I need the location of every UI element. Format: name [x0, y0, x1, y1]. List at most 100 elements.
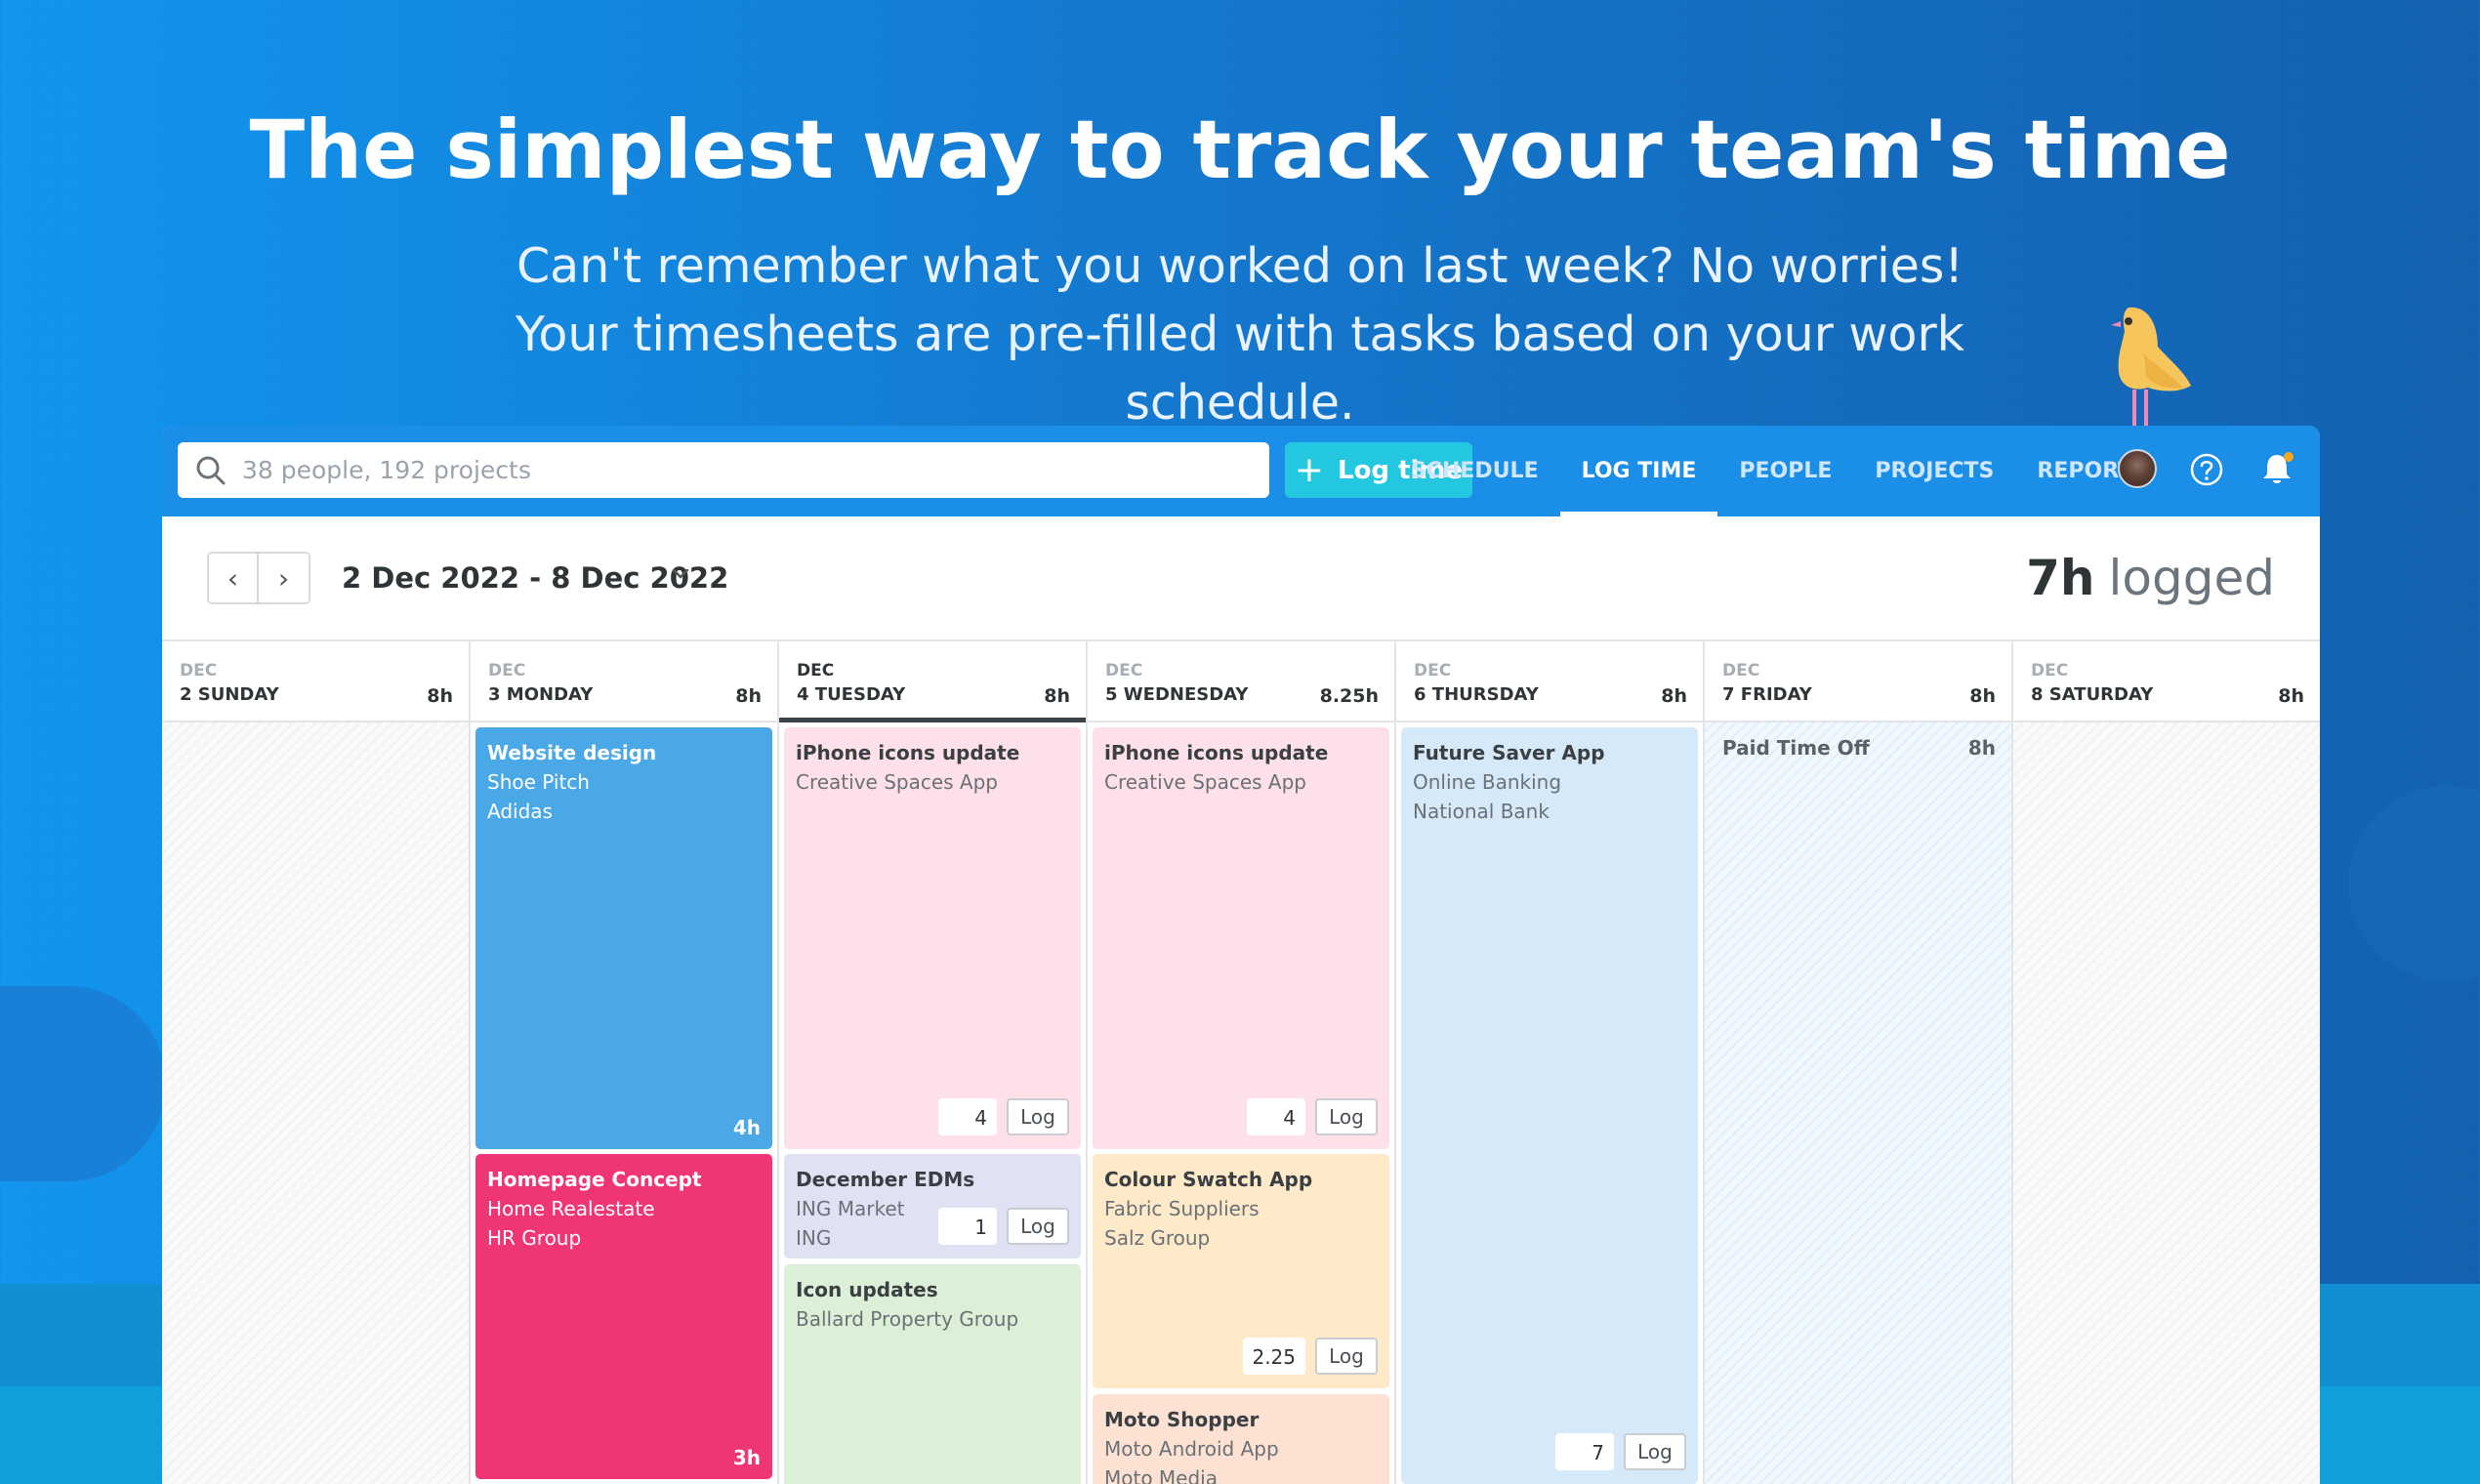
- hero-subtitle: Can't remember what you worked on last w…: [515, 238, 1965, 431]
- day-body: iPhone icons update Creative Spaces App …: [1088, 722, 1394, 1484]
- log-hours-input[interactable]: 4: [938, 1098, 997, 1135]
- task-title: iPhone icons update: [796, 741, 1020, 764]
- day-month: DEC: [1414, 661, 1452, 680]
- task-title: Moto Shopper: [1104, 1408, 1260, 1431]
- task-title: Website design: [487, 741, 657, 764]
- log-hours-input[interactable]: 2.25: [1243, 1338, 1305, 1375]
- nav-people[interactable]: PEOPLE: [1717, 426, 1853, 516]
- task-project: Creative Spaces App: [796, 770, 999, 794]
- task-title: Icon updates: [796, 1278, 938, 1301]
- log-button[interactable]: Log: [1007, 1208, 1069, 1245]
- task-card[interactable]: iPhone icons update Creative Spaces App …: [784, 727, 1081, 1149]
- day-column-friday: DEC 7 FRIDAY 8h Paid Time Off 8h: [1705, 641, 2013, 1484]
- app-window: 38 people, 192 projects + Log time SCHED…: [162, 426, 2320, 1484]
- task-card[interactable]: Colour Swatch App Fabric Suppliers Salz …: [1093, 1154, 1389, 1388]
- task-project: Fabric Suppliers: [1104, 1197, 1260, 1220]
- nav-log-time[interactable]: LOG TIME: [1559, 426, 1718, 516]
- task-project: Online Banking: [1413, 770, 1562, 794]
- task-client: HR Group: [487, 1226, 582, 1250]
- day-hours: 8h: [2278, 685, 2304, 707]
- avatar[interactable]: [2118, 449, 2157, 488]
- log-row: 4 Log: [1247, 1098, 1378, 1135]
- plus-icon: +: [1294, 449, 1324, 490]
- log-button[interactable]: Log: [1315, 1338, 1378, 1375]
- bird-illustration: [2111, 307, 2191, 430]
- task-card[interactable]: Icon updates Ballard Property Group: [784, 1264, 1081, 1484]
- log-row: 2.25 Log: [1243, 1338, 1378, 1375]
- day-month: DEC: [488, 661, 526, 680]
- day-hours: 8.25h: [1319, 685, 1379, 707]
- search-placeholder: 38 people, 192 projects: [242, 456, 531, 484]
- task-card[interactable]: Website design Shoe Pitch Adidas 4h: [475, 727, 772, 1149]
- chevron-left-icon[interactable]: ‹: [209, 554, 260, 602]
- task-client: Adidas: [487, 800, 553, 823]
- day-label: 6 THURSDAY: [1414, 684, 1539, 705]
- log-button[interactable]: Log: [1624, 1433, 1686, 1470]
- time-off-title: Paid Time Off: [1722, 736, 1870, 760]
- day-column-sunday: DEC 2 SUNDAY 8h: [162, 641, 471, 1484]
- task-title: Homepage Concept: [487, 1168, 702, 1191]
- task-project: Home Realestate: [487, 1197, 655, 1220]
- task-project: Ballard Property Group: [796, 1307, 1019, 1331]
- help-icon[interactable]: [2188, 451, 2225, 488]
- day-header-today: DEC 4 TUESDAY 8h: [779, 641, 1086, 722]
- task-card[interactable]: iPhone icons update Creative Spaces App …: [1093, 727, 1389, 1149]
- log-row: 1 Log: [938, 1208, 1069, 1245]
- day-month: DEC: [1722, 661, 1760, 680]
- nav-schedule[interactable]: SCHEDULE: [1389, 426, 1560, 516]
- top-bar: 38 people, 192 projects + Log time SCHED…: [162, 426, 2320, 516]
- day-month: DEC: [2031, 661, 2069, 680]
- day-body: [2013, 722, 2320, 1484]
- background-shape-left: [0, 986, 166, 1181]
- day-hours: 8h: [1044, 685, 1070, 707]
- log-hours-input[interactable]: 7: [1555, 1433, 1614, 1470]
- task-card[interactable]: Moto Shopper Moto Android App Moto Media: [1093, 1394, 1389, 1484]
- day-month: DEC: [180, 661, 218, 680]
- day-header: DEC 5 WEDNESDAY 8.25h: [1088, 641, 1394, 722]
- task-hours: 3h: [732, 1446, 761, 1469]
- nav-projects[interactable]: PROJECTS: [1853, 426, 2015, 516]
- hero-title: The simplest way to track your team's ti…: [249, 103, 2231, 197]
- task-card[interactable]: Homepage Concept Home Realestate HR Grou…: [475, 1154, 772, 1479]
- date-toolbar: ‹ › 2 Dec 2022 - 8 Dec 2022 7h logged: [162, 516, 2320, 641]
- task-title: Future Saver App: [1413, 741, 1605, 764]
- day-hours: 8h: [1969, 685, 1996, 707]
- background-shape-right: [2348, 786, 2480, 981]
- day-body: Website design Shoe Pitch Adidas 4h Home…: [471, 722, 777, 1484]
- chevron-right-icon[interactable]: ›: [259, 554, 309, 602]
- log-row: 7 Log: [1555, 1433, 1686, 1470]
- task-title: Colour Swatch App: [1104, 1168, 1313, 1191]
- logged-value: 7h: [2026, 550, 2095, 606]
- search-input[interactable]: 38 people, 192 projects: [178, 442, 1269, 498]
- day-label: 4 TUESDAY: [797, 684, 906, 705]
- day-label: 7 FRIDAY: [1722, 684, 1812, 705]
- chevron-down-icon[interactable]: [666, 559, 695, 589]
- log-button[interactable]: Log: [1007, 1098, 1069, 1135]
- log-hours-input[interactable]: 4: [1247, 1098, 1305, 1135]
- task-project: Creative Spaces App: [1104, 770, 1307, 794]
- task-hours: 4h: [732, 1116, 761, 1139]
- log-hours-input[interactable]: 1: [938, 1208, 997, 1245]
- task-client: Moto Media: [1104, 1466, 1218, 1484]
- day-month: DEC: [1105, 661, 1143, 680]
- day-body: Future Saver App Online Banking National…: [1396, 722, 1703, 1484]
- task-project: Shoe Pitch: [487, 770, 590, 794]
- day-body: [162, 722, 469, 1484]
- time-off-block[interactable]: Paid Time Off 8h: [1705, 722, 2011, 1484]
- day-header: DEC 3 MONDAY 8h: [471, 641, 777, 722]
- task-client: Salz Group: [1104, 1226, 1211, 1250]
- day-header: DEC 6 THURSDAY 8h: [1396, 641, 1703, 722]
- day-column-thursday: DEC 6 THURSDAY 8h Future Saver App Onlin…: [1396, 641, 1705, 1484]
- logged-summary: 7h logged: [2026, 550, 2275, 606]
- day-month: DEC: [797, 661, 835, 680]
- day-header: DEC 8 SATURDAY 8h: [2013, 641, 2320, 722]
- day-header: DEC 2 SUNDAY 8h: [162, 641, 469, 722]
- bell-icon[interactable]: [2257, 449, 2296, 488]
- week-navigation: ‹ ›: [207, 552, 310, 604]
- task-card[interactable]: December EDMs ING Market ING 1 Log: [784, 1154, 1081, 1258]
- task-card[interactable]: Future Saver App Online Banking National…: [1401, 727, 1698, 1484]
- log-button[interactable]: Log: [1315, 1098, 1378, 1135]
- day-column-tuesday: DEC 4 TUESDAY 8h iPhone icons update Cre…: [779, 641, 1088, 1484]
- task-title: December EDMs: [796, 1168, 975, 1191]
- log-row: 4 Log: [938, 1098, 1069, 1135]
